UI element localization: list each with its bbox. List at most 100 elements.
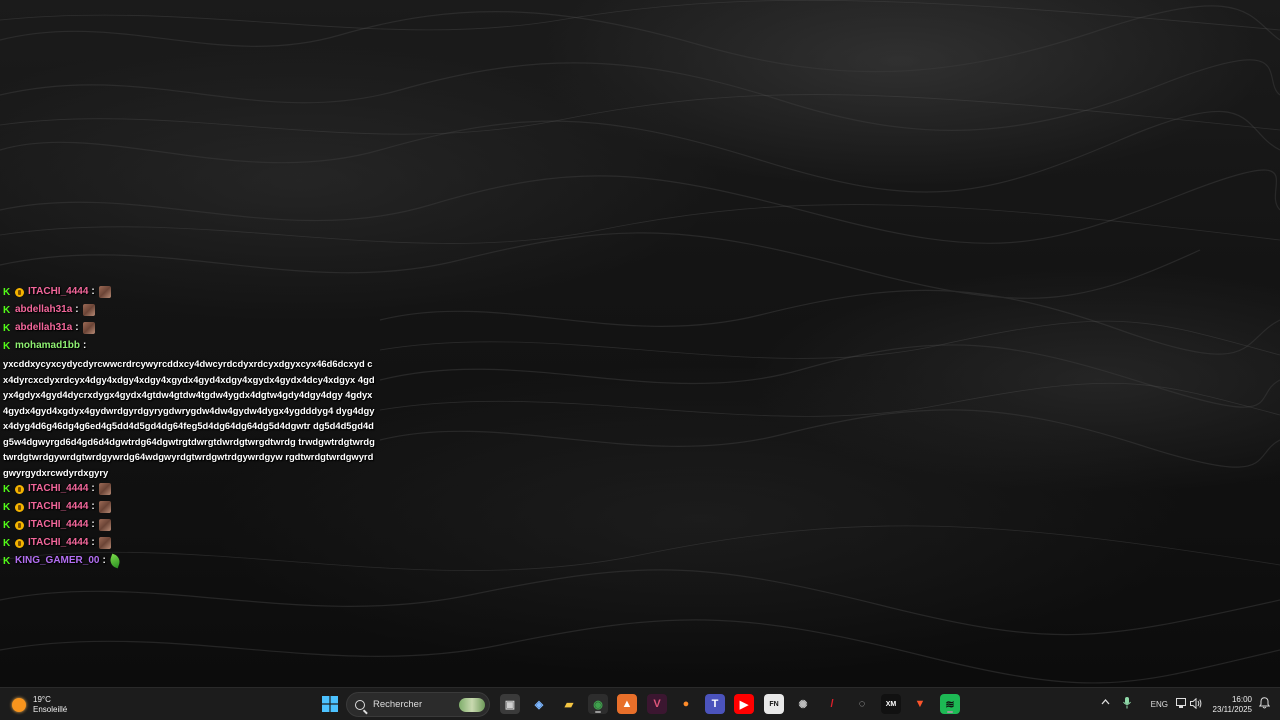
app-glyph: ▣ [504,698,516,711]
leaf-emote-icon [108,553,122,569]
face-emote-icon [82,304,95,316]
app-glyph: ▶ [739,698,749,711]
taskbar: 19°C Ensoleillé Rechercher ▣ ◈ ▰ ◉ ▲ V ● T ▶ FN ✺ /… [0,687,1280,720]
search-icon [355,699,365,710]
kick-badge-icon: K [3,340,11,352]
app-gear-icon[interactable]: ✺ [793,694,813,714]
face-emote-icon [98,483,111,495]
language-indicator[interactable]: ENG [1151,700,1168,709]
clock-date: 23/11/2025 [1212,705,1252,714]
volume-icon[interactable] [1190,697,1202,711]
face-emote-icon [98,286,111,298]
chat-separator: : [75,322,79,333]
app-orange-icon[interactable]: ▲ [617,694,637,714]
chat-username[interactable]: ITACHI_4444 [28,283,88,301]
chat-separator: : [91,483,95,494]
app-glyph: T [711,698,719,710]
app-glyph: FN [769,700,779,708]
app-glyph: ◉ [593,698,603,711]
chat-message: K ITACHI_4444: [3,498,375,516]
kick-badge-icon: K [3,286,11,298]
app-circle-icon[interactable]: ◌ [852,694,872,714]
coin-badge-icon [15,520,24,530]
app-glyph: ▲ [621,698,633,710]
chat-overlay: K ITACHI_4444: Kabdellah31a: Kabdellah31a: K… [3,283,375,570]
running-indicator [947,711,953,713]
chat-username[interactable]: abdellah31a [15,319,72,337]
teams-icon[interactable]: T [705,694,725,714]
coin-badge-icon [15,287,24,297]
weather-widget[interactable]: 19°C Ensoleillé [12,693,67,717]
search-highlight-icon [459,697,485,712]
app-glyph: ◌ [858,698,866,710]
chat-separator: : [91,501,95,512]
app-glyph: V [653,698,661,710]
chat-message: Kabdellah31a: [3,301,375,319]
chat-separator: : [75,304,79,315]
chat-separator: : [102,555,106,566]
chat-username[interactable]: ITACHI_4444 [28,498,88,516]
face-emote-icon [98,519,111,531]
app-glyph: ▰ [564,698,574,711]
chat-separator: : [91,519,95,530]
weather-temp: 19°C [33,695,51,704]
chat-username[interactable]: ITACHI_4444 [28,480,88,498]
chat-separator: : [83,340,87,351]
network-icon[interactable] [1176,698,1188,711]
xm-icon[interactable]: XM [881,694,901,714]
chat-separator: : [91,286,95,297]
app-glyph: ≋ [945,698,955,711]
clock-time: 16:00 [1231,695,1252,704]
coin-badge-icon [15,484,24,494]
sun-icon [12,698,26,712]
weather-condition: Ensoleillé [33,705,68,714]
coin-badge-icon [15,538,24,548]
search-placeholder: Rechercher [373,699,423,710]
chat-message: K ITACHI_4444: [3,480,375,498]
face-emote-icon [98,501,111,513]
start-button[interactable] [320,694,340,714]
chat-username[interactable]: ITACHI_4444 [28,534,88,552]
chat-message: Kabdellah31a: [3,319,375,337]
brave-icon[interactable]: ▼ [910,694,930,714]
kick-badge-icon: K [3,519,11,531]
firefox-icon[interactable]: ● [676,694,696,714]
app-red-icon[interactable]: / [822,694,842,714]
app-glyph: XM [885,700,897,708]
copilot-icon[interactable]: ◈ [529,694,549,714]
chat-username[interactable]: KING_GAMER_00 [15,552,99,570]
face-emote-icon [82,322,95,334]
chat-message: K ITACHI_4444: [3,283,375,301]
app-v-icon[interactable]: V [647,694,667,714]
chat-username[interactable]: mohamad1bb [15,337,80,355]
kick-badge-icon: K [3,555,11,567]
app-glyph: ▼ [914,698,926,710]
app-glyph: / [830,698,834,710]
kick-badge-icon: K [3,483,11,495]
kick-badge-icon: K [3,322,11,334]
chat-message: K KING_GAMER_00: [3,552,375,570]
kick-badge-icon: K [3,537,11,549]
chat-separator: : [91,537,95,548]
chat-username[interactable]: ITACHI_4444 [28,516,88,534]
chevron-up-icon[interactable] [1101,698,1110,707]
youtube-icon[interactable]: ▶ [734,694,754,714]
coin-badge-icon [15,502,24,512]
notification-icon[interactable] [1258,697,1271,711]
chat-username[interactable]: abdellah31a [15,301,72,319]
chat-message: Kmohamad1bb: [3,337,375,355]
app-fn-icon[interactable]: FN [764,694,784,714]
file-explorer-icon[interactable]: ▰ [559,694,579,714]
app-glyph: ● [682,698,690,710]
spotify-icon[interactable]: ≋ [940,694,960,714]
clock[interactable]: 16:00 23/11/2025 [1213,695,1252,715]
taskbar-search[interactable]: Rechercher [346,692,490,717]
running-indicator [595,711,601,713]
app-glyph: ◈ [534,698,544,711]
chrome-icon[interactable]: ◉ [588,694,608,714]
task-view-icon[interactable]: ▣ [500,694,520,714]
face-emote-icon [98,537,111,549]
microphone-icon[interactable] [1123,697,1131,711]
chat-message: K ITACHI_4444: [3,516,375,534]
windows-logo-icon [322,696,338,712]
